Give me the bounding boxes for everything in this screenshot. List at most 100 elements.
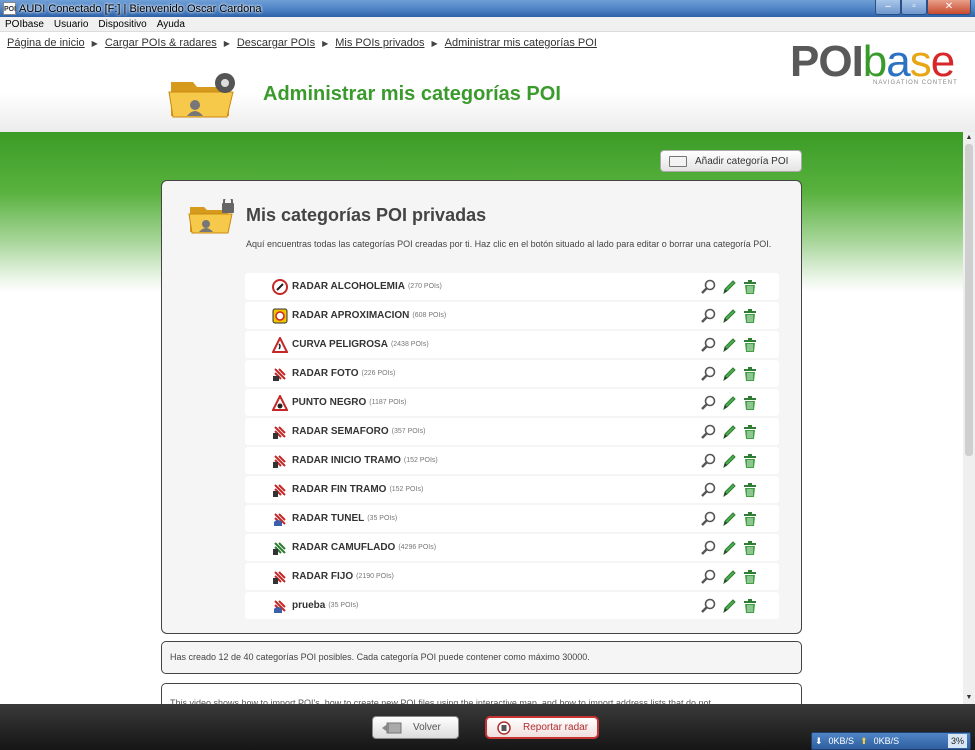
delete-category-button[interactable] <box>741 481 758 498</box>
test-radar-icon <box>274 599 286 613</box>
view-category-button[interactable] <box>699 452 716 469</box>
category-count: (35 POIs) <box>367 515 398 522</box>
category-row: PUNTO NEGRO (1187 POIs) <box>245 389 779 416</box>
pencil-icon <box>722 511 736 526</box>
category-name: prueba <box>292 600 326 611</box>
maximize-button[interactable]: ▫ <box>901 0 927 15</box>
category-row: RADAR FOTO (226 POIs) <box>245 360 779 387</box>
breadcrumb-manage-categories[interactable]: Administrar mis categorías POI <box>445 37 597 49</box>
category-name: RADAR TUNEL <box>292 513 365 524</box>
category-row: CURVA PELIGROSA (2438 POIs) <box>245 331 779 358</box>
back-label: Volver <box>413 722 441 733</box>
edit-category-button[interactable] <box>720 568 737 585</box>
view-category-button[interactable] <box>699 539 716 556</box>
category-count: (152 POIs) <box>389 486 424 493</box>
pencil-icon <box>722 453 736 468</box>
alcohol-radar-icon <box>272 278 288 295</box>
category-actions <box>699 597 758 614</box>
delete-category-button[interactable] <box>741 278 758 295</box>
menu-item-usuario[interactable]: Usuario <box>49 19 93 30</box>
edit-category-button[interactable] <box>720 307 737 324</box>
edit-category-button[interactable] <box>720 278 737 295</box>
edit-category-button[interactable] <box>720 336 737 353</box>
breadcrumb-home[interactable]: Página de inicio <box>7 37 85 49</box>
menu-item-poibase[interactable]: POIbase <box>0 19 49 30</box>
delete-category-button[interactable] <box>741 423 758 440</box>
category-row: RADAR SEMAFORO (357 POIs) <box>245 418 779 445</box>
menu-item-dispositivo[interactable]: Dispositivo <box>93 19 151 30</box>
view-category-button[interactable] <box>699 278 716 295</box>
edit-category-button[interactable] <box>720 539 737 556</box>
category-name: CURVA PELIGROSA <box>292 339 388 350</box>
view-category-button[interactable] <box>699 394 716 411</box>
delete-category-button[interactable] <box>741 539 758 556</box>
edit-category-button[interactable] <box>720 423 737 440</box>
scroll-up-icon[interactable]: ▲ <box>963 132 975 144</box>
report-radar-button[interactable]: Reportar radar <box>485 716 599 739</box>
edit-category-button[interactable] <box>720 452 737 469</box>
delete-category-button[interactable] <box>741 597 758 614</box>
view-category-button[interactable] <box>699 597 716 614</box>
delete-category-button[interactable] <box>741 365 758 382</box>
scroll-down-icon[interactable]: ▼ <box>963 692 975 704</box>
category-actions <box>699 510 758 527</box>
minimize-button[interactable]: – <box>875 0 901 15</box>
view-category-button[interactable] <box>699 423 716 440</box>
category-limit-info: Has creado 12 de 40 categorías POI posib… <box>161 641 802 674</box>
edit-category-button[interactable] <box>720 597 737 614</box>
approach-radar-icon <box>272 308 288 323</box>
edit-category-button[interactable] <box>720 394 737 411</box>
edit-category-button[interactable] <box>720 510 737 527</box>
menu-bar: POIbase Usuario Dispositivo Ayuda <box>0 17 975 32</box>
category-name: PUNTO NEGRO <box>292 397 367 408</box>
add-category-button[interactable]: Añadir categoría POI <box>660 150 802 172</box>
category-name: RADAR FIJO <box>292 571 354 582</box>
category-count: (152 POIs) <box>403 457 438 464</box>
close-button[interactable]: ✕ <box>927 0 971 15</box>
download-speed: 0KB/S <box>828 736 855 746</box>
page-title: Administrar mis categorías POI <box>263 83 561 105</box>
pencil-icon <box>722 308 736 323</box>
view-category-button[interactable] <box>699 336 716 353</box>
view-category-button[interactable] <box>699 365 716 382</box>
category-row: RADAR FIN TRAMO (152 POIs) <box>245 476 779 503</box>
breadcrumb-private-pois[interactable]: Mis POIs privados <box>335 37 424 49</box>
transfer-status: ⬇ 0KB/S ⬆ 0KB/S 3% <box>811 732 971 750</box>
pencil-icon <box>722 540 736 555</box>
delete-category-button[interactable] <box>741 568 758 585</box>
category-name: RADAR INICIO TRAMO <box>292 455 401 466</box>
edit-category-button[interactable] <box>720 365 737 382</box>
delete-category-button[interactable] <box>741 510 758 527</box>
category-name: RADAR ALCOHOLEMIA <box>292 281 405 292</box>
menu-item-ayuda[interactable]: Ayuda <box>152 19 190 30</box>
category-actions <box>699 394 758 411</box>
view-category-button[interactable] <box>699 481 716 498</box>
delete-category-button[interactable] <box>741 452 758 469</box>
breadcrumb-load-pois[interactable]: Cargar POIs & radares <box>105 37 217 49</box>
category-actions <box>699 423 758 440</box>
breadcrumb: Página de inicio ▶ Cargar POIs & radares… <box>7 37 597 49</box>
view-category-button[interactable] <box>699 307 716 324</box>
breadcrumb-download-pois[interactable]: Descargar POIs <box>237 37 315 49</box>
panel-description: Aquí encuentras todas las categorías POI… <box>246 239 772 249</box>
breadcrumb-arrow-icon: ▶ <box>431 38 438 48</box>
category-actions <box>699 278 758 295</box>
category-actions <box>699 307 758 324</box>
tunnel-radar-icon <box>274 512 286 526</box>
back-button[interactable]: Volver <box>372 716 459 739</box>
view-category-button[interactable] <box>699 510 716 527</box>
folder-lock-icon <box>188 199 234 234</box>
delete-category-button[interactable] <box>741 307 758 324</box>
delete-category-button[interactable] <box>741 336 758 353</box>
fixed-radar-icon <box>273 570 286 584</box>
category-row: RADAR INICIO TRAMO (152 POIs) <box>245 447 779 474</box>
edit-category-button[interactable] <box>720 481 737 498</box>
hidden-radar-icon <box>273 541 286 555</box>
trash-icon <box>743 598 756 613</box>
breadcrumb-arrow-icon: ▶ <box>322 38 329 48</box>
view-category-button[interactable] <box>699 568 716 585</box>
scroll-thumb[interactable] <box>965 144 973 456</box>
vertical-scrollbar[interactable]: ▲ ▼ <box>963 132 975 704</box>
category-count: (226 POIs) <box>361 370 396 377</box>
delete-category-button[interactable] <box>741 394 758 411</box>
